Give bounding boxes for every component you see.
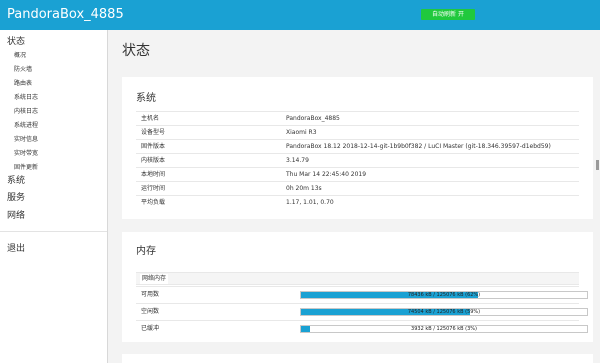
memory-row-buffered: 已缓冲 3932 kB / 125076 kB (3%)	[136, 320, 588, 337]
top-bar: PandoraBox_4885 自动刷新 开	[0, 0, 600, 30]
scrollbar-handle[interactable]	[596, 160, 599, 170]
kv-key: 内核版本	[141, 157, 166, 164]
sidebar-item-system[interactable]: 系统	[7, 175, 25, 187]
sidebar-item-network[interactable]: 网络	[7, 210, 25, 222]
kv-value: 3.14.79	[286, 157, 309, 164]
kv-row-kernel: 内核版本 3.14.79	[136, 153, 579, 167]
memory-row-label: 可用数	[141, 291, 160, 298]
memory-progress-bar: 3932 kB / 125076 kB (3%)	[300, 325, 588, 333]
kv-key: 设备型号	[141, 129, 166, 136]
system-card-title: 系统	[136, 93, 156, 104]
sidebar-item-status[interactable]: 状态	[7, 36, 25, 48]
sidebar-divider	[0, 231, 107, 232]
sidebar-subitem-processes[interactable]: 系统进程	[0, 120, 107, 132]
kv-key: 本地时间	[141, 171, 166, 178]
kv-key: 主机名	[141, 115, 160, 122]
sidebar-subitem-realtime-bandwidth[interactable]: 实时带宽	[0, 148, 107, 160]
main-content: 状态 系统 主机名 PandoraBox_4885 设备型号 Xiaomi R3 固…	[108, 30, 600, 363]
sidebar-subitem-firmware-update[interactable]: 固件更新	[0, 162, 107, 174]
memory-row-free: 空闲数 74504 kB / 125076 kB (59%)	[136, 303, 588, 320]
memory-section-header: 网络内存	[136, 272, 579, 285]
next-card	[122, 354, 593, 363]
progress-text: 3932 kB / 125076 kB (3%)	[411, 326, 477, 332]
kv-key: 平均负载	[141, 199, 166, 206]
kv-row-hostname: 主机名 PandoraBox_4885	[136, 111, 579, 125]
page-title: 状态	[122, 43, 150, 59]
kv-key: 运行时间	[141, 185, 166, 192]
kv-value: 0h 20m 13s	[286, 185, 322, 192]
progress-text: 74504 kB / 125076 kB (59%)	[407, 309, 481, 315]
memory-progress-bar: 74504 kB / 125076 kB (59%)	[300, 308, 588, 316]
sidebar-subitem-kernel-log[interactable]: 内核日志	[0, 106, 107, 118]
kv-row-uptime: 运行时间 0h 20m 13s	[136, 181, 579, 195]
sidebar-subitem-firewall[interactable]: 防火墙	[0, 64, 107, 76]
sidebar-subitem-system-log[interactable]: 系统日志	[0, 92, 107, 104]
auto-refresh-button[interactable]: 自动刷新 开	[421, 9, 475, 20]
kv-value: 1.17, 1.01, 0.70	[286, 199, 334, 206]
sidebar-subitem-overview[interactable]: 概况	[0, 50, 107, 62]
progress-text: 78436 kB / 125076 kB (62%)	[407, 292, 481, 298]
kv-row-local-time: 本地时间 Thu Mar 14 22:45:40 2019	[136, 167, 579, 181]
kv-value: PandoraBox 18.12 2018-12-14-git-1b9b0f38…	[286, 143, 551, 150]
memory-card: 内存 网络内存 可用数 78436 kB / 125076 kB (62%) 空…	[122, 232, 593, 342]
memory-progress-bar: 78436 kB / 125076 kB (62%)	[300, 291, 588, 299]
memory-card-title: 内存	[136, 246, 156, 257]
memory-row-label: 空闲数	[141, 308, 160, 315]
kv-key: 固件版本	[141, 143, 166, 150]
kv-row-load-average: 平均负载 1.17, 1.01, 0.70	[136, 195, 579, 209]
system-card: 系统 主机名 PandoraBox_4885 设备型号 Xiaomi R3 固件版本…	[122, 77, 593, 219]
sidebar-item-services[interactable]: 服务	[7, 192, 25, 204]
memory-row-available: 可用数 78436 kB / 125076 kB (62%)	[136, 286, 588, 303]
kv-value: Xiaomi R3	[286, 129, 317, 136]
sidebar: 状态 概况 防火墙 路由表 系统日志 内核日志 系统进程 实时信息 实时带宽 固…	[0, 30, 108, 363]
kv-row-model: 设备型号 Xiaomi R3	[136, 125, 579, 139]
sidebar-subitem-routes[interactable]: 路由表	[0, 78, 107, 90]
memory-section-label: 网络内存	[140, 274, 169, 284]
kv-row-firmware: 固件版本 PandoraBox 18.12 2018-12-14-git-1b9b…	[136, 139, 579, 153]
brand-title[interactable]: PandoraBox_4885	[7, 7, 124, 23]
sidebar-item-logout[interactable]: 退出	[7, 243, 25, 255]
kv-value: Thu Mar 14 22:45:40 2019	[286, 171, 367, 178]
kv-value: PandoraBox_4885	[286, 115, 340, 122]
memory-row-label: 已缓冲	[141, 325, 160, 332]
sidebar-subitem-realtime-info[interactable]: 实时信息	[0, 134, 107, 146]
